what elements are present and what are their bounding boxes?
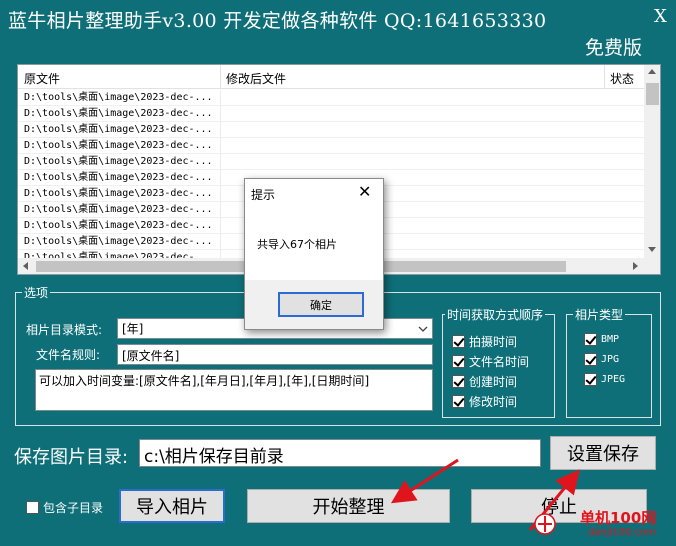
table-row[interactable]: D:\tools\桌面\image\2023-dec-... [18,90,644,106]
checkbox-label: 包含子目录 [43,501,104,515]
original-file-cell: D:\tools\桌面\image\2023-dec-... [24,204,213,215]
name-rule-label: 文件名规则: [36,348,101,362]
scroll-up-icon[interactable] [648,69,656,74]
table-row[interactable]: D:\tools\桌面\image\2023-dec-... [18,154,644,170]
checkbox-box[interactable] [452,335,465,348]
scroll-corner [644,258,660,274]
checkbox-modify-time[interactable]: 修改时间 [452,393,517,410]
original-file-cell: D:\tools\桌面\image\2023-dec-... [24,92,213,103]
scroll-down-icon[interactable] [648,247,656,252]
dialog-ok-button[interactable]: 确定 [278,292,364,317]
checkbox-box[interactable] [452,375,465,388]
watermark-name: 单机100网 [580,509,657,527]
chevron-down-icon [418,326,428,332]
column-renamed-file[interactable]: 修改后文件 [226,70,286,87]
checkbox-create-time[interactable]: 创建时间 [452,373,517,390]
checkbox-box[interactable] [584,373,597,386]
checkbox-jpg[interactable]: JPG [584,353,619,366]
original-file-cell: D:\tools\桌面\image\2023-dec-... [24,124,213,135]
original-file-cell: D:\tools\桌面\image\2023-dec-... [24,172,213,183]
original-file-cell: D:\tools\桌面\image\2023-dec-... [24,236,213,247]
checkbox-label: 文件名时间 [469,355,530,369]
time-order-title: 时间获取方式顺序 [445,306,546,323]
import-photos-button[interactable]: 导入相片 [119,489,225,523]
checkbox-box[interactable] [584,353,597,366]
checkbox-label: 拍摄时间 [469,335,518,349]
original-file-cell: D:\tools\桌面\image\2023-dec-... [24,220,213,231]
scroll-left-icon[interactable] [23,262,28,270]
options-group-title: 选项 [22,284,51,301]
checkbox-label: BMP [601,334,620,345]
message-dialog: 提示 ✕ 共导入67个相片 确定 [244,178,384,330]
original-file-cell: D:\tools\桌面\image\2023-dec-... [24,140,213,151]
name-rule-input[interactable]: [原文件名] [117,344,433,365]
scroll-thumb[interactable] [646,83,659,105]
start-organize-button[interactable]: 开始整理 [247,489,450,523]
column-status[interactable]: 状态 [610,70,634,87]
checkbox-jpeg[interactable]: JPEG [584,373,625,386]
table-row[interactable]: D:\tools\桌面\image\2023-dec-... [18,138,644,154]
app-title: 蓝牛相片整理助手v3.00 开发定做各种软件 QQ:1641653330 [8,10,547,32]
table-row[interactable]: D:\tools\桌面\image\2023-dec-... [18,106,644,122]
checkbox-label: JPG [601,354,620,365]
dialog-close-icon[interactable]: ✕ [358,182,371,201]
dialog-footer: 确定 [245,280,383,329]
checkbox-bmp[interactable]: BMP [584,333,619,346]
checkbox-box[interactable] [26,501,39,514]
list-header: 原文件 修改后文件 状态 [18,65,644,89]
table-row[interactable]: D:\tools\桌面\image\2023-dec-... [18,122,644,138]
original-file-cell: D:\tools\桌面\image\2023-dec-... [24,188,213,199]
checkbox-box[interactable] [452,395,465,408]
checkbox-filename-time[interactable]: 文件名时间 [452,353,529,370]
checkbox-label: 修改时间 [469,395,518,409]
dir-mode-label: 相片目录模式: [26,323,103,337]
original-file-cell: D:\tools\桌面\image\2023-dec-... [24,156,213,167]
scroll-right-icon[interactable] [633,262,638,270]
checkbox-box[interactable] [584,333,597,346]
checkbox-label: JPEG [601,374,626,385]
vertical-scrollbar[interactable] [644,65,660,258]
checkbox-label: 创建时间 [469,375,518,389]
close-icon[interactable]: X [654,6,667,27]
dialog-message: 共导入67个相片 [257,238,337,251]
column-original-file[interactable]: 原文件 [24,70,60,87]
checkbox-include-subdir[interactable]: 包含子目录 [26,499,103,516]
original-file-cell: D:\tools\桌面\image\2023-dec-... [24,252,213,258]
dir-mode-value: [年] [122,322,144,336]
watermark-url: danji100.com [588,527,656,538]
photo-types-title: 相片类型 [573,306,626,323]
original-file-cell: D:\tools\桌面\image\2023-dec-... [24,108,213,119]
checkbox-box[interactable] [452,355,465,368]
dialog-title: 提示 [251,188,276,202]
edition-badge: 免费版 [585,37,643,59]
variables-hint: 可以加入时间变量:[原文件名],[年月日],[年月],[年],[日期时间] [35,369,433,411]
checkbox-shoot-time[interactable]: 拍摄时间 [452,333,517,350]
save-dir-input[interactable]: c:\相片保存目前录 [139,439,541,467]
photo-types-group [566,314,652,418]
save-dir-label: 保存图片目录: [14,447,129,468]
set-save-button[interactable]: 设置保存 [550,436,656,470]
